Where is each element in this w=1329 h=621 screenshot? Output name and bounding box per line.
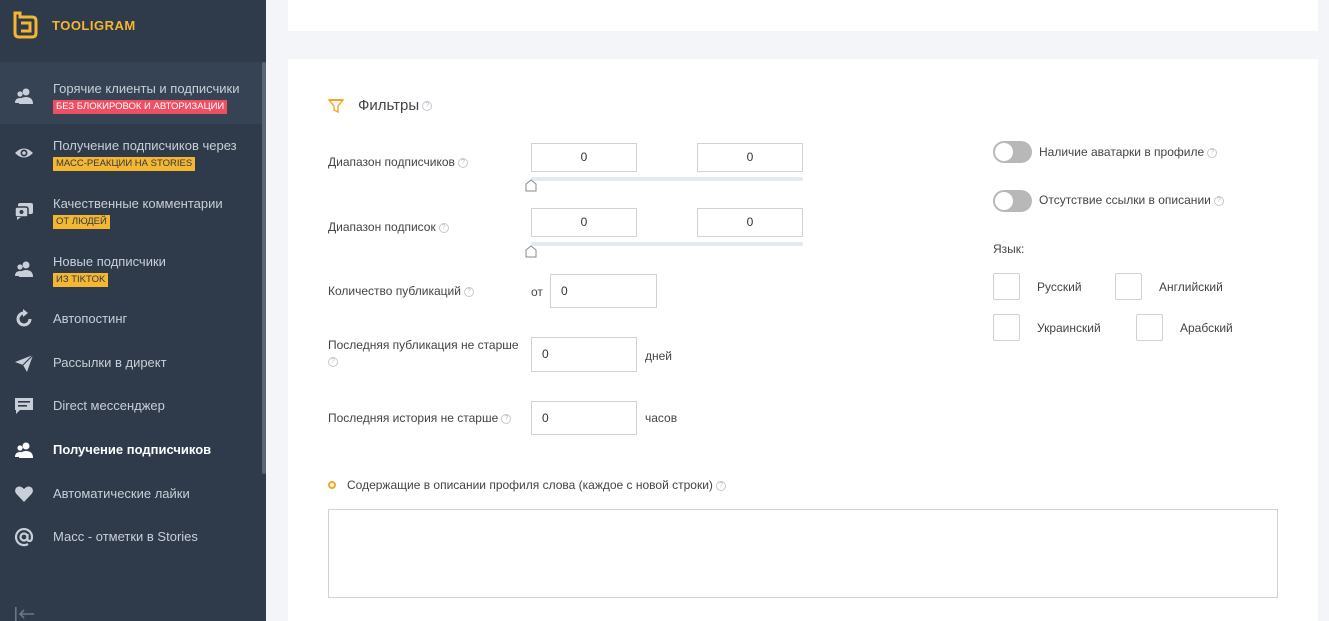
last-story-input[interactable]: 0 <box>531 401 637 435</box>
sidebar-item-autoposting[interactable]: Автопостинг <box>0 298 262 340</box>
followers-range-slider[interactable] <box>531 177 803 181</box>
app-name: TOOLIGRAM <box>52 17 136 33</box>
following-range-slider[interactable] <box>531 242 803 246</box>
sidebar-item-tiktok-followers[interactable]: Новые подписчики ИЗ TIKTOK <box>0 240 262 298</box>
language-checkbox-arabic[interactable] <box>1136 314 1163 341</box>
sidebar-item-label: Новые подписчики <box>53 254 166 269</box>
language-label: Язык: <box>993 242 1025 256</box>
posts-count-input[interactable]: 0 <box>550 274 657 308</box>
toggle-knob <box>995 143 1013 161</box>
language-checkbox-english[interactable] <box>1115 273 1142 300</box>
language-option-label: Арабский <box>1180 321 1233 335</box>
sidebar-item-label: Получение подписчиков через <box>53 138 237 153</box>
slider-handle[interactable] <box>525 179 537 192</box>
followers-max-input[interactable]: 0 <box>697 143 803 172</box>
users-icon <box>14 86 34 106</box>
sidebar-item-hot-clients[interactable]: Горячие клиенты и подписчики БЕЗ БЛОКИРО… <box>0 62 262 124</box>
filters-card: Фильтры ? Диапазон подписчиков? 0 0 Диап… <box>288 59 1318 621</box>
sidebar-item-stories-reactions[interactable]: Получение подписчиков через МАСС-РЕАКЦИИ… <box>0 124 262 182</box>
filters-header: Фильтры ? <box>328 97 433 114</box>
sidebar-item-direct-mailing[interactable]: Рассылки в директ <box>0 342 262 384</box>
at-icon <box>14 527 34 547</box>
tooligram-logo-icon <box>13 11 38 39</box>
sidebar-item-mass-mentions[interactable]: Масс - отметки в Stories <box>0 516 262 558</box>
sidebar-item-badge: ИЗ TIKTOK <box>53 273 109 287</box>
sidebar: TOOLIGRAM Горячие клиенты и подписчики Б… <box>0 0 266 621</box>
posts-count-prefix: от <box>531 285 543 299</box>
logo[interactable]: TOOLIGRAM <box>12 11 136 39</box>
funnel-icon <box>328 98 344 113</box>
bio-words-textarea[interactable] <box>328 509 1278 598</box>
language-option-label: Русский <box>1037 280 1082 294</box>
no-link-toggle[interactable] <box>993 190 1032 212</box>
sidebar-item-label: Горячие клиенты и подписчики <box>53 81 240 96</box>
last-post-unit: дней <box>645 349 673 363</box>
sidebar-item-label: Direct мессенджер <box>53 398 165 413</box>
following-range-label: Диапазон подписок? <box>328 220 449 234</box>
avatar-toggle[interactable] <box>993 141 1032 163</box>
no-link-toggle-label: Отсутствие ссылки в описании? <box>1039 193 1224 207</box>
send-icon <box>14 353 34 373</box>
bio-words-marker-icon <box>328 481 336 489</box>
help-icon[interactable]: ? <box>1207 147 1218 158</box>
last-story-unit: часов <box>645 411 678 425</box>
comments-icon <box>14 201 34 221</box>
last-post-label: Последняя публикация не старше ? <box>328 338 519 367</box>
sidebar-item-badge: ОТ ЛЮДЕЙ <box>53 215 110 229</box>
sidebar-item-auto-likes[interactable]: Автоматические лайки <box>0 473 262 515</box>
language-checkbox-russian[interactable] <box>993 273 1020 300</box>
help-icon[interactable]: ? <box>422 100 433 111</box>
toggle-knob <box>995 192 1013 210</box>
filters-title: Фильтры <box>358 97 420 114</box>
sidebar-item-badge: БЕЗ БЛОКИРОВОК И АВТОРИЗАЦИИ <box>53 100 228 114</box>
help-icon[interactable]: ? <box>457 157 468 168</box>
language-option-label: Английский <box>1159 280 1223 294</box>
sidebar-item-label: Автопостинг <box>53 311 128 326</box>
language-checkbox-ukrainian[interactable] <box>993 314 1020 341</box>
users-icon <box>14 440 34 460</box>
following-max-input[interactable]: 0 <box>697 208 803 237</box>
sidebar-item-comments[interactable]: Качественные комментарии ОТ ЛЮДЕЙ <box>0 182 262 240</box>
help-icon[interactable]: ? <box>1213 195 1224 206</box>
bio-words-label: Содержащие в описании профиля слова (каж… <box>347 478 726 492</box>
help-icon[interactable]: ? <box>438 222 449 233</box>
last-story-label: Последняя история не старше? <box>328 411 512 425</box>
sidebar-item-label: Получение подписчиков <box>53 442 212 457</box>
users-icon <box>14 259 34 279</box>
sidebar-item-label: Масс - отметки в Stories <box>53 529 198 544</box>
sidebar-item-direct-messenger[interactable]: Direct мессенджер <box>0 385 262 427</box>
followers-min-input[interactable]: 0 <box>531 143 637 172</box>
help-icon[interactable]: ? <box>501 413 512 424</box>
collapse-sidebar-icon[interactable] <box>14 606 36 621</box>
sidebar-scrollbar[interactable] <box>262 62 266 474</box>
last-post-input[interactable]: 0 <box>531 337 637 372</box>
heart-icon <box>14 484 34 504</box>
language-option-label: Украинский <box>1037 321 1101 335</box>
help-icon[interactable]: ? <box>328 356 338 367</box>
posts-count-label: Количество публикаций? <box>328 284 474 298</box>
slider-handle[interactable] <box>525 245 537 258</box>
sidebar-item-label: Качественные комментарии <box>53 196 223 211</box>
followers-range-label: Диапазон подписчиков? <box>328 155 468 169</box>
help-icon[interactable]: ? <box>715 480 726 491</box>
eye-icon <box>14 143 34 163</box>
refresh-icon <box>14 309 34 329</box>
sidebar-item-badge: МАСС-РЕАКЦИИ НА STORIES <box>53 157 196 171</box>
sidebar-item-label: Автоматические лайки <box>53 486 190 501</box>
sidebar-item-get-followers[interactable]: Получение подписчиков <box>0 429 262 471</box>
help-icon[interactable]: ? <box>463 286 474 297</box>
message-icon <box>14 396 34 416</box>
avatar-toggle-label: Наличие аватарки в профиле? <box>1039 145 1218 159</box>
sidebar-item-label: Рассылки в директ <box>53 355 167 370</box>
top-card <box>288 0 1318 31</box>
following-min-input[interactable]: 0 <box>531 208 637 237</box>
